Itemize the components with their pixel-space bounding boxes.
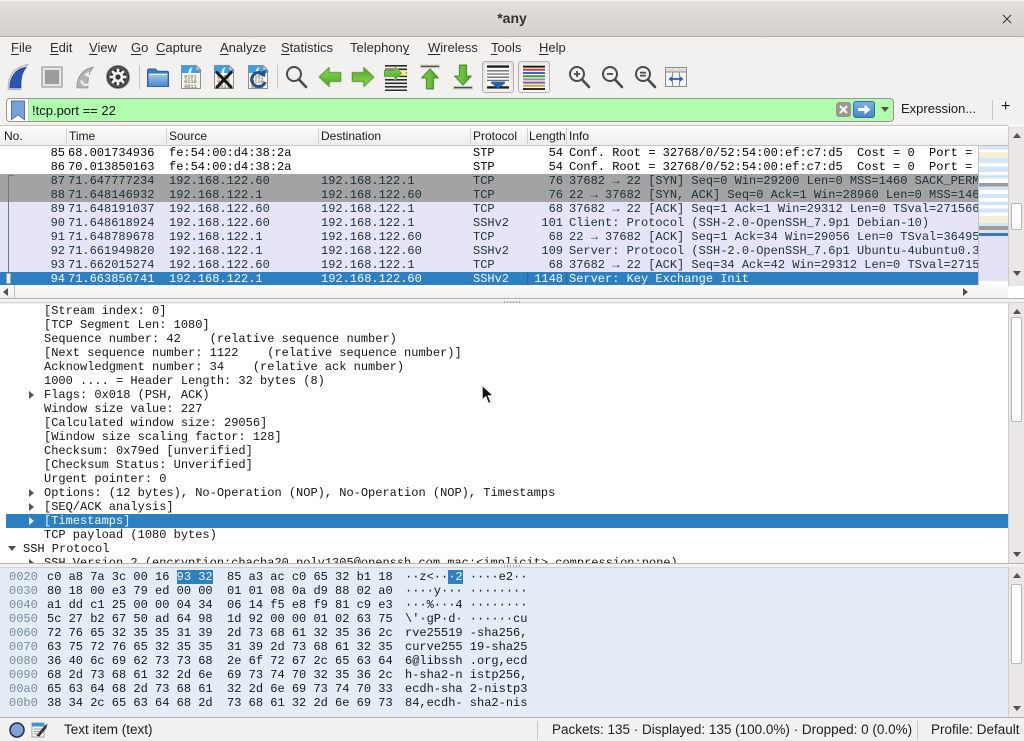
svg-text:0011: 0011 [184,84,196,90]
